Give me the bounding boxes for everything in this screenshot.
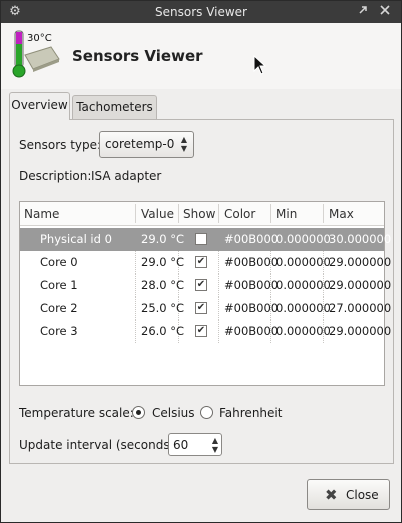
show-checkbox[interactable]: ✔ — [195, 325, 207, 337]
header: 30°C Sensors Viewer — [1, 23, 401, 89]
close-icon[interactable] — [377, 4, 393, 20]
row-name: Core 1 — [40, 278, 78, 292]
window-title: Sensors Viewer — [155, 5, 247, 19]
tab-tachometers[interactable]: Tachometers — [72, 95, 157, 119]
table-row[interactable]: Core 2 25.0 °C ✔ #00B000 0.000000 27.000… — [20, 297, 391, 320]
column-header-show[interactable]: Show — [183, 207, 215, 221]
table-header: Name Value Show Color Min Max — [20, 202, 384, 226]
row-min: 0.000000 — [276, 324, 331, 338]
table-row[interactable]: Core 1 28.0 °C ✔ #00B000 0.000000 29.000… — [20, 274, 391, 297]
column-header-name[interactable]: Name — [24, 207, 59, 221]
show-checkbox[interactable]: ✔ — [195, 279, 207, 291]
fahrenheit-label[interactable]: Fahrenheit — [219, 406, 282, 420]
x-icon: ✖ — [325, 486, 338, 504]
column-separator — [178, 204, 179, 223]
close-button-label: Close — [346, 488, 379, 502]
row-min: 0.000000 — [276, 255, 331, 269]
row-max: 29.000000 — [329, 324, 392, 338]
row-color: #00B000 — [224, 255, 279, 269]
description-value: ISA adapter — [91, 169, 162, 183]
title-bar: ⚙ Sensors Viewer — [1, 1, 401, 23]
row-color: #00B000 — [224, 324, 279, 338]
table-row[interactable]: Core 3 26.0 °C ✔ #00B000 0.000000 29.000… — [20, 320, 391, 343]
sensors-viewer-window: ⚙ Sensors Viewer 30°C Sensors Viewer Ove… — [0, 0, 402, 523]
column-separator — [323, 204, 324, 223]
column-header-value[interactable]: Value — [141, 207, 174, 221]
update-interval-label: Update interval (seconds): — [19, 438, 179, 452]
row-min: 0.000000 — [276, 232, 331, 246]
tab-overview-label: Overview — [11, 98, 68, 112]
update-interval-spinbox[interactable]: 60 ▲ ▼ — [168, 433, 222, 456]
column-separator — [218, 204, 219, 223]
mouse-cursor-icon — [253, 55, 267, 75]
tab-overview[interactable]: Overview — [9, 92, 70, 120]
icon-temp-text: 30°C — [27, 33, 52, 44]
row-name: Core 3 — [40, 324, 78, 338]
column-header-min[interactable]: Min — [276, 207, 297, 221]
row-max: 30.000000 — [329, 232, 392, 246]
close-button[interactable]: ✖ Close — [307, 479, 390, 510]
row-color: #00B000 — [224, 232, 279, 246]
row-value: 29.0 °C — [141, 255, 185, 269]
column-separator — [270, 204, 271, 223]
temperature-scale-label: Temperature scale: — [19, 406, 134, 420]
row-color: #00B000 — [224, 278, 279, 292]
show-checkbox[interactable] — [195, 233, 207, 245]
row-min: 0.000000 — [276, 301, 331, 315]
row-color: #00B000 — [224, 301, 279, 315]
app-title: Sensors Viewer — [72, 47, 203, 65]
celsius-radio[interactable] — [132, 406, 145, 419]
sensors-type-label: Sensors type: — [19, 138, 102, 152]
row-name: Physical id 0 — [40, 232, 112, 246]
table-row[interactable]: Core 0 29.0 °C ✔ #00B000 0.000000 29.000… — [20, 251, 391, 274]
table-row[interactable]: Physical id 0 29.0 °C #00B000 0.000000 3… — [20, 228, 391, 251]
row-value: 29.0 °C — [141, 232, 185, 246]
row-name: Core 2 — [40, 301, 78, 315]
column-header-color[interactable]: Color — [224, 207, 255, 221]
show-checkbox[interactable]: ✔ — [195, 256, 207, 268]
sensors-type-select[interactable]: coretemp-0 ▲ ▼ — [99, 131, 194, 158]
restore-icon[interactable] — [355, 4, 371, 20]
fahrenheit-radio[interactable] — [200, 406, 213, 419]
row-max: 29.000000 — [329, 255, 392, 269]
spin-arrows-icon[interactable]: ▲ ▼ — [212, 436, 218, 454]
thermometer-icon: 30°C — [11, 29, 61, 81]
column-header-max[interactable]: Max — [329, 207, 354, 221]
show-checkbox[interactable]: ✔ — [195, 302, 207, 314]
column-separator — [135, 204, 136, 223]
row-value: 25.0 °C — [141, 301, 185, 315]
row-min: 0.000000 — [276, 278, 331, 292]
sensors-type-value: coretemp-0 — [105, 137, 175, 151]
update-interval-value: 60 — [173, 438, 189, 452]
celsius-label[interactable]: Celsius — [152, 406, 195, 420]
row-name: Core 0 — [40, 255, 78, 269]
row-max: 27.000000 — [329, 301, 392, 315]
row-max: 29.000000 — [329, 278, 392, 292]
combo-arrows-icon: ▲ ▼ — [180, 135, 187, 153]
tab-tachometers-label: Tachometers — [76, 100, 153, 114]
row-value: 28.0 °C — [141, 278, 185, 292]
row-value: 26.0 °C — [141, 324, 185, 338]
sensors-table[interactable]: Name Value Show Color Min Max Physical i… — [19, 201, 391, 386]
description-label: Description: — [19, 169, 92, 183]
